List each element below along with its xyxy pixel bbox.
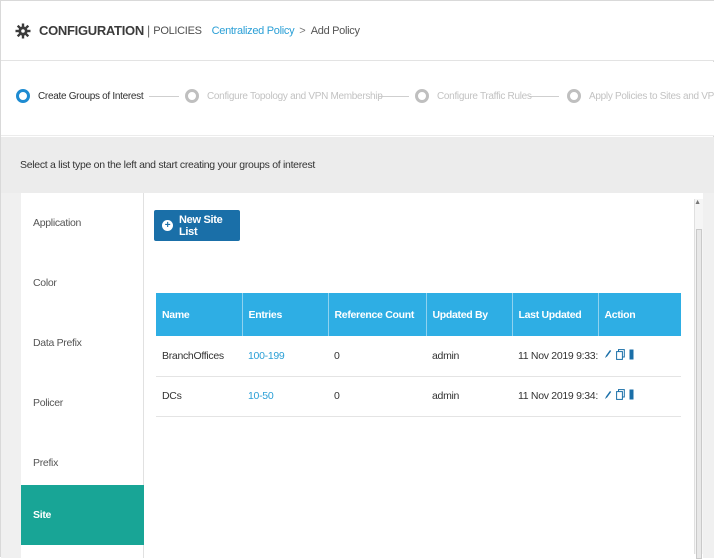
- sidebar-item-data-prefix[interactable]: Data Prefix: [21, 313, 144, 373]
- step-configure-traffic-rules[interactable]: Configure Traffic Rules: [415, 89, 532, 103]
- title-separator: |: [146, 23, 151, 38]
- step-connector: [529, 96, 559, 97]
- sidebar-item-color[interactable]: Color: [21, 253, 144, 313]
- cell-reference-count: 0: [328, 376, 426, 417]
- step-connector: [379, 96, 409, 97]
- cell-action: [598, 376, 681, 417]
- cell-name: BranchOffices: [156, 336, 242, 377]
- page-title: CONFIGURATION: [39, 23, 144, 38]
- main-body: Application Color Data Prefix Policer Pr…: [1, 193, 714, 559]
- gear-icon: [15, 23, 31, 39]
- breadcrumb-current: Add Policy: [310, 24, 360, 37]
- step-configure-topology[interactable]: Configure Topology and VPN Membership: [185, 89, 383, 103]
- page-subtitle: POLICIES: [153, 24, 202, 37]
- cell-reference-count: 0: [328, 336, 426, 377]
- table-row: BranchOffices 100-199 0 admin 11 Nov 201…: [156, 336, 681, 377]
- step-create-groups[interactable]: Create Groups of Interest: [16, 89, 144, 103]
- sidebar-item-prefix[interactable]: Prefix: [21, 433, 144, 493]
- step-indicator-icon: [415, 89, 429, 103]
- column-header-reference-count[interactable]: Reference Count: [328, 293, 427, 336]
- sidebar-item-label: Color: [33, 277, 57, 289]
- table-row: DCs 10-50 0 admin 11 Nov 2019 9:34:...: [156, 376, 681, 417]
- copy-icon[interactable]: [616, 348, 625, 363]
- sidebar-item-label: Application: [33, 217, 82, 229]
- new-site-list-button[interactable]: + New Site List: [154, 210, 240, 241]
- sidebar-item-site[interactable]: Site: [21, 485, 144, 545]
- cell-last-updated: 11 Nov 2019 9:33:...: [512, 336, 598, 377]
- instruction-text: Select a list type on the left and start…: [1, 137, 714, 193]
- sidebar-item-policer[interactable]: Policer: [21, 373, 144, 433]
- step-label: Apply Policies to Sites and VPNs: [589, 90, 714, 102]
- column-header-updated-by[interactable]: Updated By: [426, 293, 513, 336]
- page-header: CONFIGURATION | POLICIES Centralized Pol…: [1, 1, 714, 61]
- sidebar-item-label: Prefix: [33, 457, 59, 469]
- list-content-panel: + New Site List Name Entries Reference C…: [144, 193, 703, 559]
- scrollbar-thumb[interactable]: [696, 229, 702, 559]
- scroll-up-arrow-icon[interactable]: ▲: [694, 199, 701, 206]
- copy-icon[interactable]: [616, 389, 625, 403]
- column-header-entries[interactable]: Entries: [242, 293, 329, 336]
- cell-entries-link[interactable]: 10-50: [242, 376, 328, 417]
- sidebar-item-application[interactable]: Application: [21, 193, 144, 253]
- sidebar-item-label: Policer: [33, 397, 63, 409]
- cell-name: DCs: [156, 376, 242, 417]
- step-active-indicator-icon: [16, 89, 30, 103]
- new-site-list-label: New Site List: [179, 213, 223, 238]
- edit-icon[interactable]: [604, 390, 612, 403]
- plus-icon: +: [162, 220, 173, 231]
- column-header-name[interactable]: Name: [156, 293, 243, 336]
- sidebar-item-label: Site: [33, 509, 52, 521]
- breadcrumb-centralized-policy[interactable]: Centralized Policy: [212, 25, 295, 37]
- column-header-action: Action: [598, 293, 681, 336]
- step-indicator-icon: [185, 89, 199, 103]
- list-type-sidebar: Application Color Data Prefix Policer Pr…: [21, 193, 144, 558]
- delete-icon[interactable]: [629, 389, 634, 403]
- table-header-row: Name Entries Reference Count Updated By …: [156, 293, 681, 336]
- step-indicator-icon: [567, 89, 581, 103]
- wizard-steps: Create Groups of Interest Configure Topo…: [1, 62, 714, 136]
- cell-last-updated: 11 Nov 2019 9:34:...: [512, 376, 598, 417]
- step-connector: [149, 96, 179, 97]
- cell-action: [598, 336, 681, 377]
- edit-icon[interactable]: [604, 349, 612, 362]
- step-label: Create Groups of Interest: [38, 90, 144, 102]
- cell-updated-by: admin: [426, 376, 512, 417]
- step-label: Configure Traffic Rules: [437, 90, 532, 102]
- app-window: CONFIGURATION | POLICIES Centralized Pol…: [0, 0, 714, 559]
- step-apply-policies[interactable]: Apply Policies to Sites and VPNs: [567, 89, 714, 103]
- step-label: Configure Topology and VPN Membership: [207, 90, 383, 102]
- cell-entries-link[interactable]: 100-199: [242, 336, 328, 377]
- delete-icon[interactable]: [629, 349, 634, 363]
- site-list-table: Name Entries Reference Count Updated By …: [156, 293, 681, 417]
- cell-updated-by: admin: [426, 336, 512, 377]
- column-header-last-updated[interactable]: Last Updated: [512, 293, 599, 336]
- sidebar-item-label: Data Prefix: [33, 337, 82, 349]
- vertical-scrollbar[interactable]: ▲: [694, 199, 703, 559]
- breadcrumb-arrow: >: [299, 24, 306, 37]
